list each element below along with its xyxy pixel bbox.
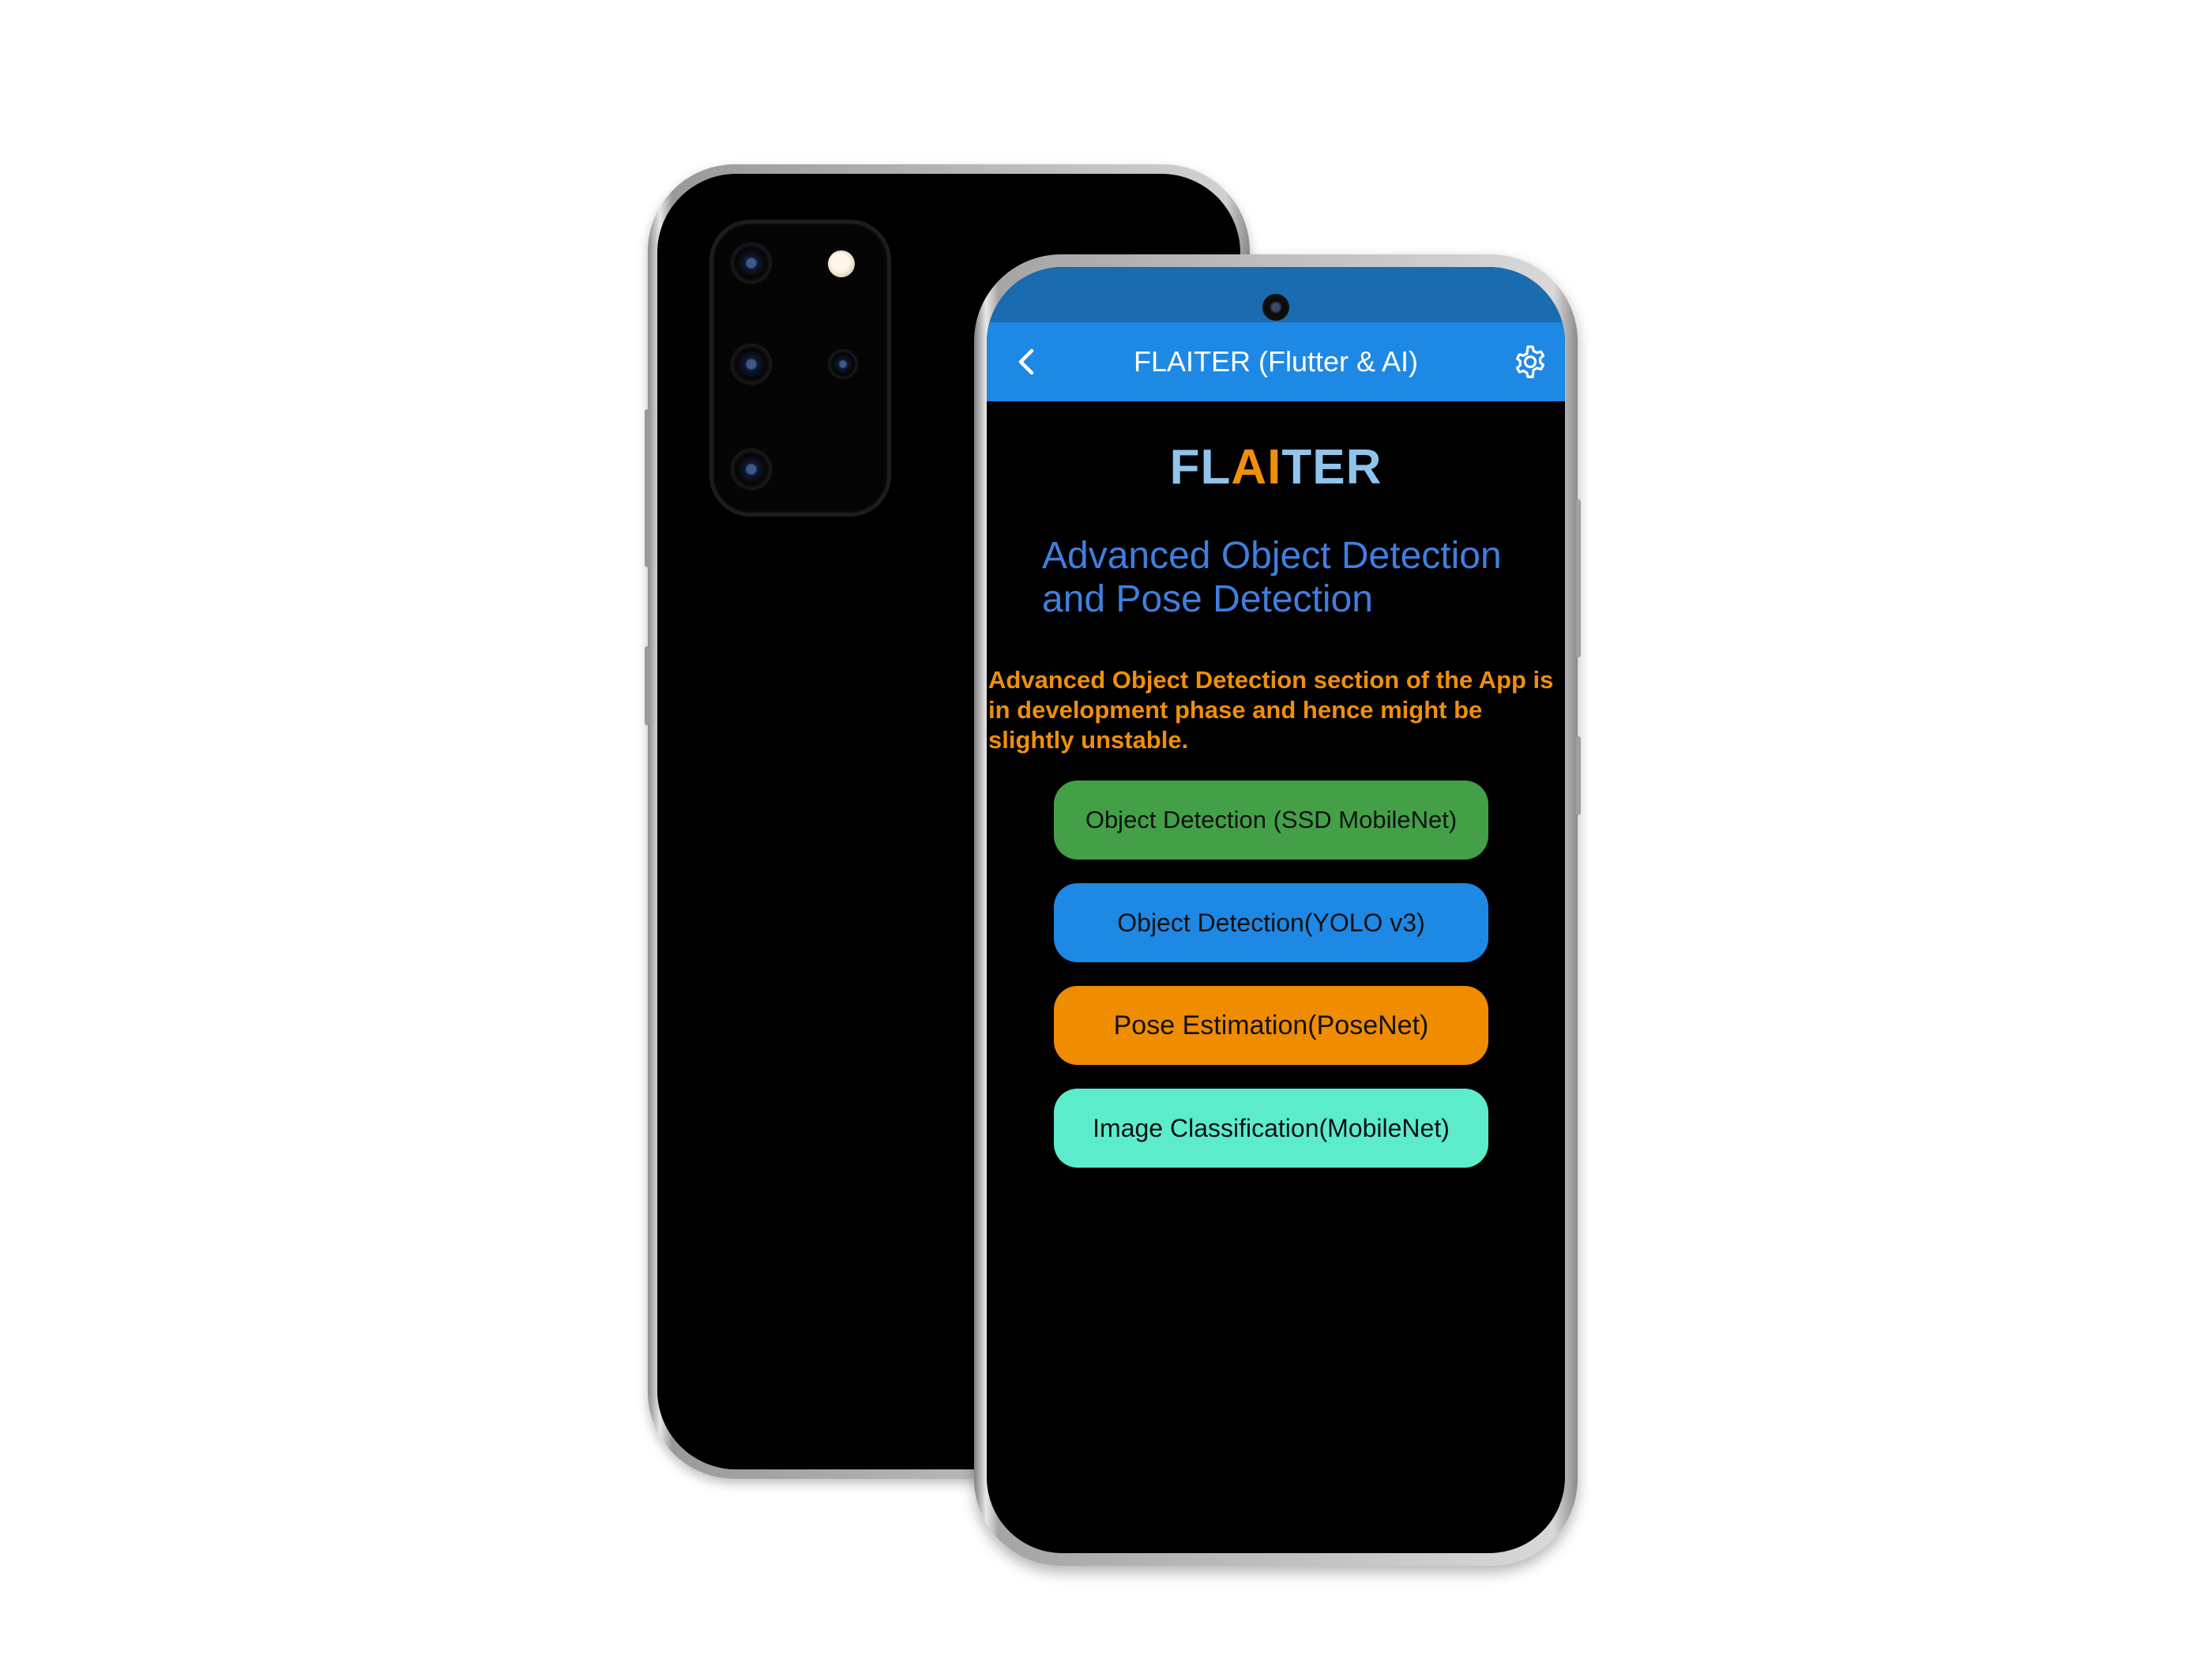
subtitle-line-2: and Pose Detection bbox=[1042, 578, 1373, 620]
phone-side-button bbox=[1576, 499, 1581, 657]
ssd-mobilenet-detection-button[interactable]: Object Detection (SSD MobileNet) bbox=[1054, 781, 1488, 860]
posenet-estimation-button[interactable]: Pose Estimation(PoseNet) bbox=[1054, 986, 1488, 1065]
phone-side-button bbox=[645, 409, 649, 567]
rear-camera-module bbox=[709, 220, 891, 517]
app-screen: FLAITER (Flutter & AI) FLAITER Advanced … bbox=[987, 267, 1565, 1553]
button-label: Object Detection (SSD MobileNet) bbox=[1085, 806, 1458, 833]
page-subtitle: Advanced Object Detection and Pose Detec… bbox=[1042, 534, 1541, 621]
camera-lens-icon bbox=[729, 241, 773, 285]
yolo-v3-detection-button[interactable]: Object Detection(YOLO v3) bbox=[1054, 883, 1488, 962]
settings-button[interactable] bbox=[1511, 343, 1549, 381]
phone-side-button bbox=[1576, 736, 1581, 815]
subtitle-line-1: Advanced Object Detection bbox=[1042, 535, 1502, 577]
app-bar: FLAITER (Flutter & AI) bbox=[987, 322, 1565, 401]
camera-lens-icon bbox=[729, 447, 773, 491]
mockup-stage: FLAITER (Flutter & AI) FLAITER Advanced … bbox=[0, 0, 2212, 1659]
button-label: Pose Estimation(PoseNet) bbox=[1113, 1010, 1429, 1040]
app-logo-text: FLAITER bbox=[987, 439, 1565, 496]
status-bar bbox=[987, 267, 1565, 322]
camera-flash-icon bbox=[828, 250, 855, 277]
phone-front-view: FLAITER (Flutter & AI) FLAITER Advanced … bbox=[974, 254, 1581, 1566]
phone-side-button bbox=[645, 646, 649, 725]
camera-sensor-icon bbox=[827, 348, 859, 380]
button-label: Object Detection(YOLO v3) bbox=[1117, 908, 1425, 937]
camera-lens-icon bbox=[729, 342, 773, 386]
mobilenet-classification-button[interactable]: Image Classification(MobileNet) bbox=[1054, 1089, 1488, 1168]
gear-icon bbox=[1515, 345, 1545, 378]
button-label: Image Classification(MobileNet) bbox=[1093, 1113, 1450, 1142]
front-camera-icon bbox=[1262, 294, 1289, 321]
logo-text-fl: FL bbox=[1169, 440, 1232, 495]
development-notice: Advanced Object Detection section of the… bbox=[988, 666, 1554, 754]
logo-text-ai: AI bbox=[1231, 440, 1282, 495]
logo-text-ter: TER bbox=[1281, 440, 1382, 495]
app-bar-title: FLAITER (Flutter & AI) bbox=[1133, 345, 1419, 378]
